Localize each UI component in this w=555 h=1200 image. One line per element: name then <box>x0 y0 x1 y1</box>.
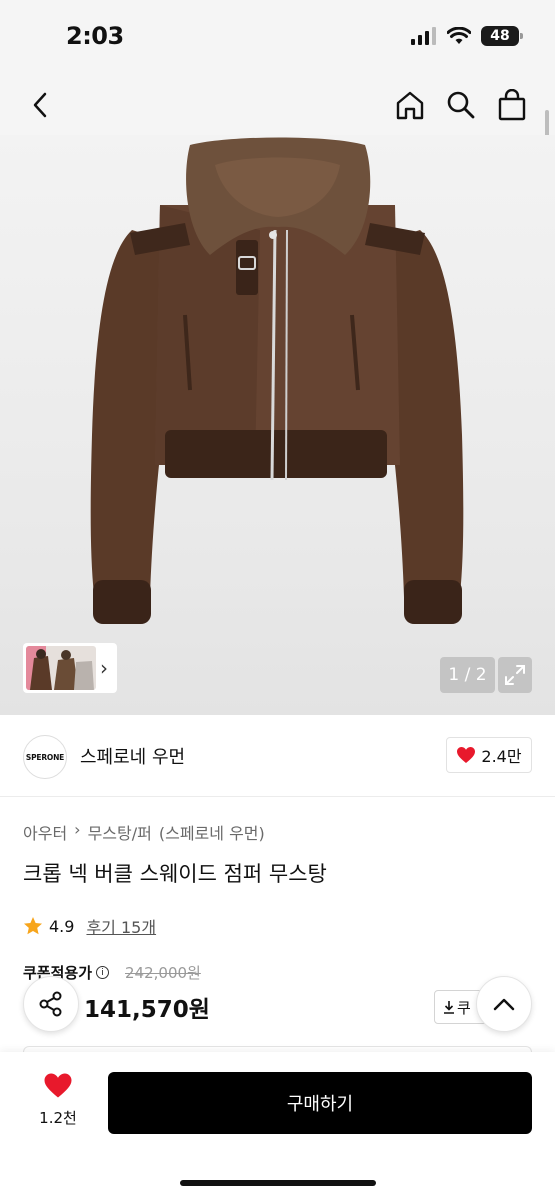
battery-indicator: 48 <box>481 26 523 46</box>
back-button[interactable] <box>20 85 60 125</box>
cart-button[interactable] <box>492 85 532 125</box>
wishlist-count: 1.2천 <box>39 1109 77 1127</box>
rating-value: 4.9 <box>49 916 75 936</box>
wishlist-button[interactable]: 1.2천 <box>30 1072 86 1128</box>
home-button[interactable] <box>390 85 430 125</box>
back-icon <box>33 92 47 118</box>
brand-logo[interactable]: SPERONE <box>23 735 67 779</box>
signal-icon <box>411 27 436 45</box>
top-nav <box>0 75 555 135</box>
share-button[interactable] <box>23 976 79 1032</box>
status-time: 2:03 <box>66 22 124 50</box>
status-icons: 48 <box>411 26 523 46</box>
download-icon <box>444 1001 454 1014</box>
status-bar: 2:03 48 <box>0 0 555 75</box>
image-page-counter: 1 / 2 <box>440 657 495 693</box>
shopping-bag-icon <box>498 89 526 121</box>
home-indicator <box>180 1180 376 1186</box>
breadcrumb: 아우터 › 무스탕/퍼 (스페로네 우먼) <box>23 820 265 844</box>
brand-like-button[interactable]: 2.4만 <box>446 737 532 773</box>
heart-icon <box>44 1073 72 1098</box>
brand-row: SPERONE 스페로네 우먼 2.4만 <box>0 715 555 797</box>
chevron-up-icon <box>493 998 515 1011</box>
star-icon <box>24 917 42 935</box>
breadcrumb-item-subcategory[interactable]: 무스탕/퍼 <box>88 820 152 844</box>
heart-icon <box>457 747 476 763</box>
original-price: 242,000원 <box>125 964 201 982</box>
breadcrumb-item-brand[interactable]: (스페로네 우먼) <box>159 820 265 844</box>
product-title: 크롭 넥 버클 스웨이드 점퍼 무스탕 <box>23 862 327 886</box>
chevron-right-icon: › <box>74 820 81 839</box>
buy-button[interactable]: 구매하기 <box>108 1072 532 1134</box>
share-icon <box>39 991 62 1017</box>
home-icon <box>396 91 424 120</box>
review-count-link[interactable]: 후기 15개 <box>86 914 156 938</box>
brand-name[interactable]: 스페로네 우먼 <box>80 743 185 769</box>
search-button[interactable] <box>441 85 481 125</box>
thumbnail-image[interactable] <box>26 646 96 690</box>
breadcrumb-item-category[interactable]: 아우터 <box>23 820 67 844</box>
fullscreen-button[interactable] <box>498 657 532 693</box>
bottom-action-bar: 1.2천 구매하기 <box>0 1052 555 1200</box>
info-icon[interactable]: i <box>96 966 110 979</box>
scroll-to-top-button[interactable] <box>476 976 532 1032</box>
thumbnail-strip[interactable]: › <box>23 643 117 693</box>
wifi-icon <box>447 27 471 44</box>
product-image[interactable] <box>0 135 555 715</box>
rating-row: 4.9 후기 15개 <box>23 914 156 938</box>
expand-icon <box>505 665 525 685</box>
jacket-photo <box>90 137 464 624</box>
search-icon <box>447 91 475 119</box>
sale-price: 141,570원 <box>84 997 210 1023</box>
brand-like-count: 2.4만 <box>481 747 522 766</box>
coupon-button-label: 쿠 <box>457 998 471 1017</box>
chevron-right-icon: › <box>100 656 108 680</box>
